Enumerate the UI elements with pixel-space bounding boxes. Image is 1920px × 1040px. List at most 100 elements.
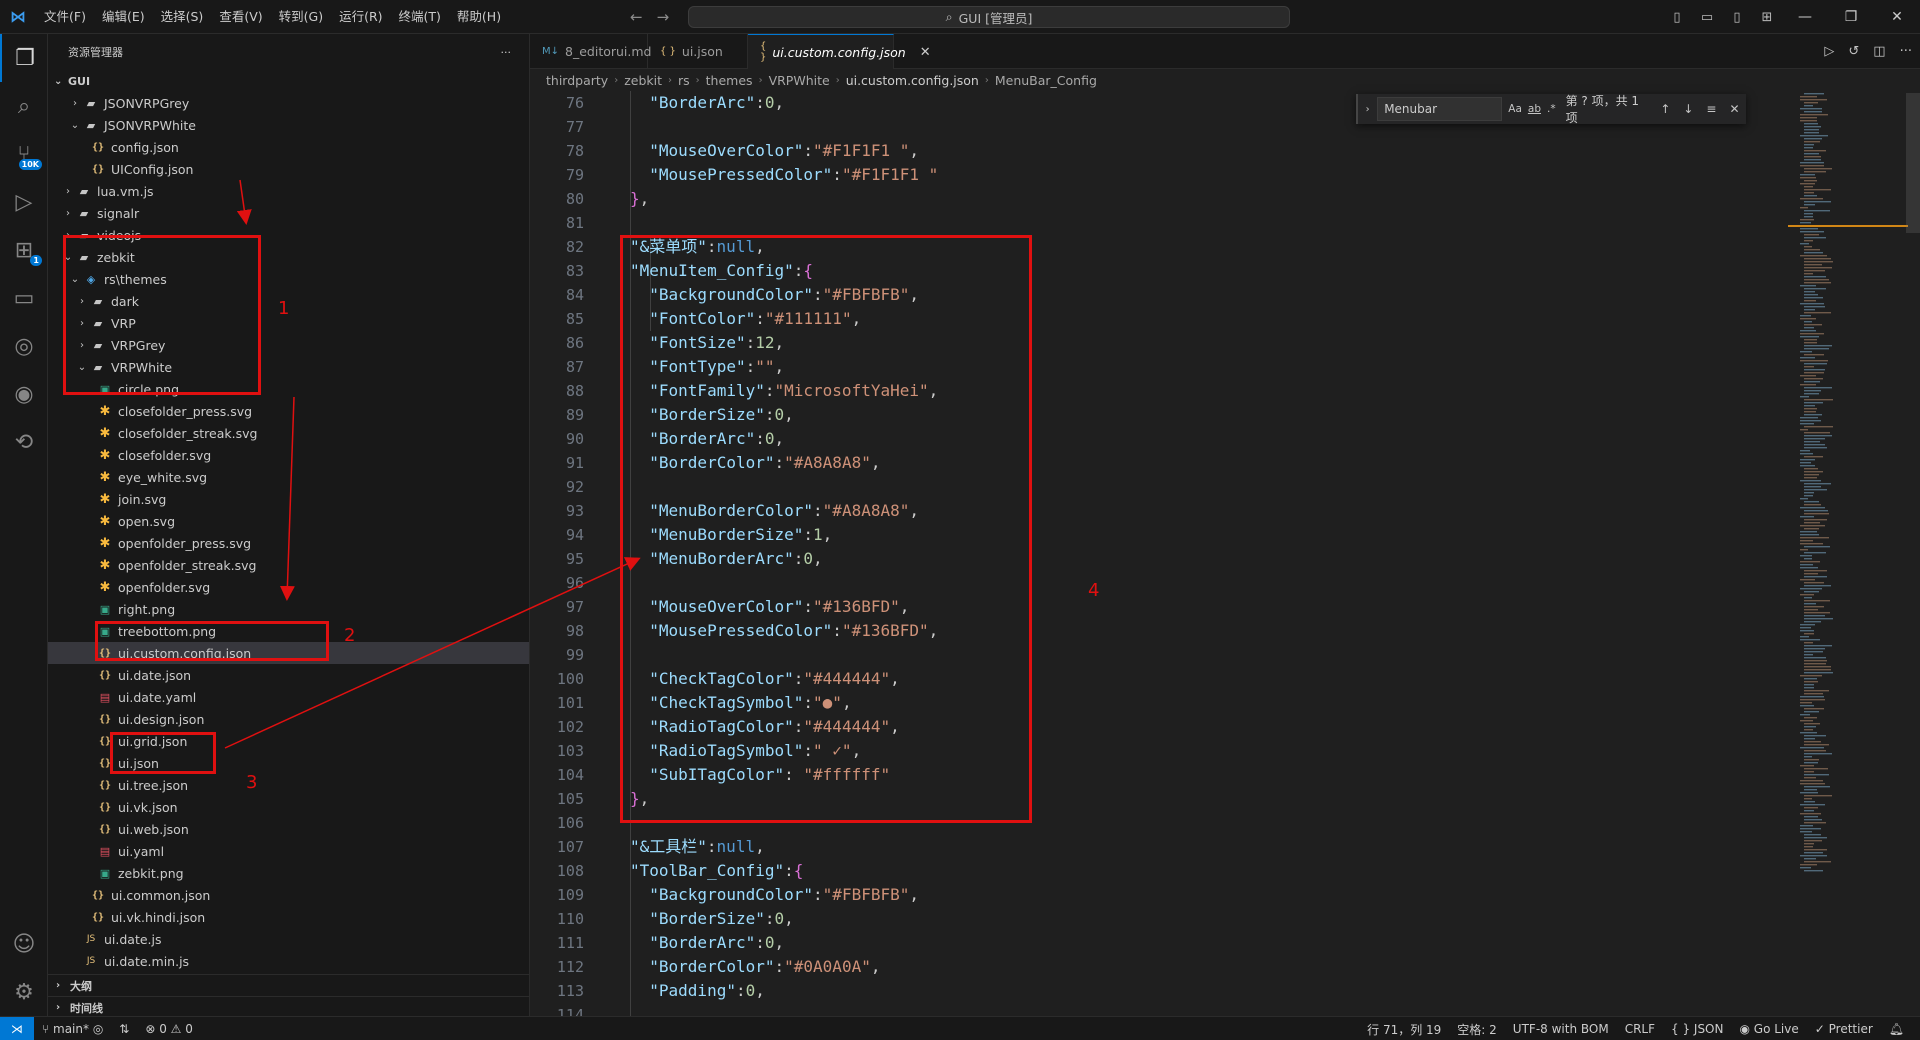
- regex-toggle[interactable]: .*: [1547, 103, 1556, 115]
- code-editor[interactable]: 76 77 78 79 80 81 82 83 84 85 86 87 88 89 90 91 92 93 94 95…: [530, 91, 1920, 1016]
- tree-item[interactable]: ⌄ ▰ zebkit: [48, 246, 529, 268]
- tree-item[interactable]: ▣ zebkit.png: [48, 862, 529, 884]
- extensions-icon[interactable]: ⊞ 1: [0, 226, 48, 274]
- settings-gear-icon[interactable]: ⚙: [0, 968, 48, 1016]
- breadcrumb-item[interactable]: rs: [678, 73, 690, 88]
- remote-indicator-icon[interactable]: ⋊: [0, 1016, 34, 1040]
- tree-item[interactable]: ✱ openfolder_press.svg: [48, 532, 529, 554]
- close-icon[interactable]: ✕: [1723, 102, 1746, 116]
- tree-item[interactable]: {} ui.json: [48, 752, 529, 774]
- tree-item[interactable]: {} ui.web.json: [48, 818, 529, 840]
- tree-item[interactable]: › ▰ lua.vm.js: [48, 180, 529, 202]
- tree-item[interactable]: {} config.json: [48, 136, 529, 158]
- close-window-button[interactable]: ✕: [1874, 9, 1920, 25]
- editor-scrollbar[interactable]: [1906, 93, 1920, 233]
- previous-match-icon[interactable]: ↑: [1654, 102, 1677, 116]
- tree-item[interactable]: {} ui.tree.json: [48, 774, 529, 796]
- tree-item[interactable]: ⌄ ▰ VRPWhite: [48, 356, 529, 378]
- menu-item[interactable]: 帮助(H): [449, 0, 509, 34]
- tree-item[interactable]: ▤ ui.date.yaml: [48, 686, 529, 708]
- remote-explorer-icon[interactable]: ▭: [0, 274, 48, 322]
- tree-item[interactable]: {} ui.vk.hindi.json: [48, 906, 529, 928]
- go-live-button[interactable]: ◉ Go Live: [1731, 1022, 1806, 1036]
- tree-item[interactable]: › ▰ JSONVRPGrey: [48, 92, 529, 114]
- tree-item[interactable]: {} ui.date.json: [48, 664, 529, 686]
- editor-tab[interactable]: M↓ 8_editorui.md: [530, 34, 651, 69]
- tree-item[interactable]: ✱ openfolder.svg: [48, 576, 529, 598]
- command-center[interactable]: ⌕ GUI [管理员]: [688, 6, 1290, 28]
- explorer-icon[interactable]: ❐: [0, 34, 48, 82]
- tree-item[interactable]: › ▰ videojs: [48, 224, 529, 246]
- tree-item[interactable]: ▣ right.png: [48, 598, 529, 620]
- toggle-panel-icon[interactable]: ▭: [1692, 10, 1722, 25]
- breadcrumb-item[interactable]: ui.custom.config.json: [846, 73, 979, 88]
- find-in-selection-icon[interactable]: ≡: [1700, 102, 1723, 116]
- menu-item[interactable]: 文件(F): [36, 0, 94, 34]
- tree-item[interactable]: ▣ treebottom.png: [48, 620, 529, 642]
- tree-item[interactable]: ⌄ ◈ rs\themes: [48, 268, 529, 290]
- breadcrumb-item[interactable]: thirdparty: [546, 73, 608, 88]
- tree-item[interactable]: ✱ closefolder_press.svg: [48, 400, 529, 422]
- sync-icon[interactable]: ⇅: [111, 1022, 137, 1036]
- more-actions-icon[interactable]: ···: [1900, 44, 1912, 59]
- git-branch[interactable]: ⑂ main* ◎: [34, 1022, 111, 1036]
- menu-item[interactable]: 选择(S): [153, 0, 212, 34]
- tree-item[interactable]: JS ui.date.js: [48, 928, 529, 950]
- split-editor-icon[interactable]: ◫: [1873, 44, 1885, 59]
- tree-item[interactable]: {} ui.grid.json: [48, 730, 529, 752]
- toggle-sidebar-icon[interactable]: ▯: [1662, 10, 1692, 25]
- tree-item[interactable]: ✱ open.svg: [48, 510, 529, 532]
- gitlens-icon[interactable]: ◉: [0, 370, 48, 418]
- back-arrow-icon[interactable]: ←: [630, 8, 643, 26]
- tree-item[interactable]: ✱ eye_white.svg: [48, 466, 529, 488]
- timeline-icon[interactable]: ↺: [1848, 44, 1859, 59]
- tree-item[interactable]: {} UIConfig.json: [48, 158, 529, 180]
- menu-item[interactable]: 运行(R): [331, 0, 390, 34]
- language-mode[interactable]: { } JSON: [1663, 1022, 1731, 1036]
- whole-word-toggle[interactable]: ab: [1528, 103, 1541, 115]
- tree-item[interactable]: {} ui.custom.config.json: [48, 642, 529, 664]
- restore-button[interactable]: ❐: [1828, 9, 1874, 25]
- menu-item[interactable]: 查看(V): [211, 0, 270, 34]
- tree-item[interactable]: ✱ closefolder_streak.svg: [48, 422, 529, 444]
- tree-item[interactable]: › ▰ signalr: [48, 202, 529, 224]
- workspace-root[interactable]: ⌄ GUI: [48, 70, 529, 92]
- tree-item[interactable]: ✱ join.svg: [48, 488, 529, 510]
- tree-item[interactable]: ✱ openfolder_streak.svg: [48, 554, 529, 576]
- source-control-icon[interactable]: ⑂ 10K: [0, 130, 48, 178]
- indentation[interactable]: 空格: 2: [1449, 1021, 1505, 1038]
- tree-item[interactable]: {} ui.design.json: [48, 708, 529, 730]
- editor-tab[interactable]: { } ui.json: [648, 34, 748, 69]
- toggle-replace-icon[interactable]: ›: [1358, 104, 1377, 115]
- run-debug-icon[interactable]: ▷: [0, 178, 48, 226]
- tree-item[interactable]: ✱ closefolder.svg: [48, 444, 529, 466]
- editor-tab[interactable]: { } ui.custom.config.json ✕: [748, 34, 931, 69]
- menu-item[interactable]: 终端(T): [391, 0, 449, 34]
- next-match-icon[interactable]: ↓: [1677, 102, 1700, 116]
- git-graph-icon[interactable]: ◎: [0, 322, 48, 370]
- match-case-toggle[interactable]: Aa: [1508, 103, 1522, 115]
- run-icon[interactable]: ▷: [1824, 44, 1834, 59]
- search-icon[interactable]: ⌕: [0, 82, 48, 130]
- breadcrumb-item[interactable]: VRPWhite: [769, 73, 830, 88]
- encoding[interactable]: UTF-8 with BOM: [1505, 1022, 1617, 1036]
- tree-item[interactable]: › ▰ VRPGrey: [48, 334, 529, 356]
- menu-item[interactable]: 转到(G): [271, 0, 331, 34]
- prettier-status[interactable]: ✓ Prettier: [1807, 1022, 1881, 1036]
- account-icon[interactable]: ☺: [0, 920, 48, 968]
- tree-item[interactable]: ▤ ui.yaml: [48, 840, 529, 862]
- live-share-icon[interactable]: ⟲: [0, 418, 48, 466]
- menu-item[interactable]: 编辑(E): [94, 0, 153, 34]
- outline-section[interactable]: › 大纲: [48, 974, 530, 996]
- cursor-position[interactable]: 行 71，列 19: [1359, 1021, 1449, 1038]
- tree-item[interactable]: {} ui.common.json: [48, 884, 529, 906]
- find-input[interactable]: Menubar: [1377, 97, 1503, 121]
- more-actions-icon[interactable]: ···: [501, 46, 512, 59]
- notifications-bell-icon[interactable]: 🔔︎: [1881, 1022, 1912, 1036]
- toggle-secondary-sidebar-icon[interactable]: ▯: [1722, 10, 1752, 25]
- forward-arrow-icon[interactable]: →: [657, 8, 670, 26]
- timeline-section[interactable]: › 时间线: [48, 996, 530, 1018]
- minimap[interactable]: [1788, 91, 1920, 1016]
- minimize-button[interactable]: —: [1782, 9, 1828, 25]
- breadcrumb-item[interactable]: themes: [706, 73, 753, 88]
